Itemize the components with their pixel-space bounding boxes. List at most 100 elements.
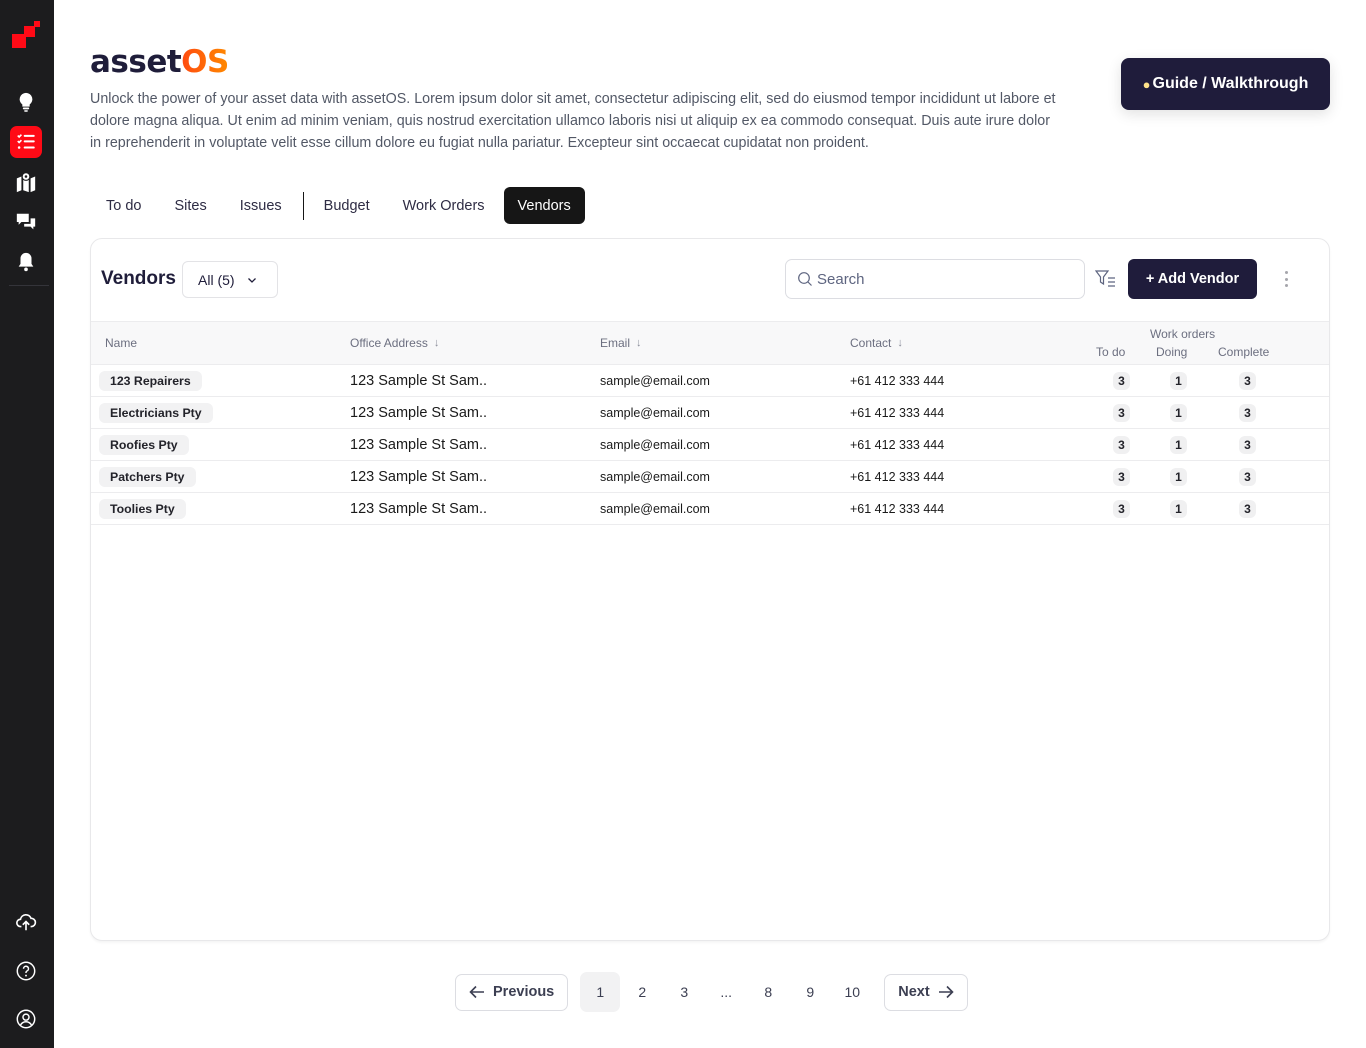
vendor-name[interactable]: Electricians Pty [99,402,213,423]
tab-divider [302,191,304,220]
column-email-label: Email [600,336,631,350]
tab-budget[interactable]: Budget [310,187,384,224]
column-header-contact[interactable]: Contact ↓ [850,336,903,350]
sidebar-item-profile[interactable] [10,1003,42,1035]
todo-count: 3 [1113,435,1130,454]
arrow-right-icon [938,985,954,999]
table-header: Name Office Address ↓ Email ↓ Contact ↓ … [91,321,1329,365]
tab-vendors[interactable]: Vendors [503,187,585,224]
vendor-email[interactable]: sample@email.com [600,438,710,452]
office-address: 123 Sample St Sam.. [350,436,488,453]
user-icon [16,1009,36,1029]
vendor-name[interactable]: 123 Repairers [99,370,202,391]
todo-count: 3 [1113,467,1130,486]
table-row[interactable]: 123 Repairers 123 Sample St Sam.. sample@e… [91,365,1329,397]
search-box [785,259,1085,299]
arrow-left-icon [469,985,484,999]
table-row[interactable]: Electricians Pty 123 Sample St Sam.. sampl… [91,397,1329,429]
column-header-doing[interactable]: Doing [1156,345,1187,359]
cloud-upload-icon [16,913,37,931]
section-tabs: To do Sites Issues Budget Work Orders Ve… [92,187,590,224]
search-input[interactable] [817,270,1067,288]
vendor-name[interactable]: Roofies Pty [99,434,189,455]
previous-page-button[interactable]: Previous [455,973,569,1011]
page-number[interactable]: 10 [832,972,872,1012]
search-icon [798,272,812,286]
complete-count: 3 [1239,467,1256,486]
column-group-work-orders: Work orders [1150,327,1215,341]
sort-arrow-icon: ↓ [433,337,440,349]
sidebar-item-help[interactable] [10,955,42,987]
map-pin-icon [16,172,36,193]
filter-select-value: All (5) [198,271,235,288]
complete-count: 3 [1239,371,1256,390]
vendor-contact: +61 412 333 444 [850,405,945,420]
filter-icon[interactable] [1095,269,1117,289]
column-complete-label: Complete [1218,345,1270,359]
column-header-complete[interactable]: Complete [1218,345,1269,359]
sidebar [0,0,54,1048]
column-header-name[interactable]: Name [105,336,137,350]
vendor-contact: +61 412 333 444 [850,373,945,388]
doing-count: 1 [1170,403,1187,422]
todo-count: 3 [1113,371,1130,390]
office-address: 123 Sample St Sam.. [350,372,488,389]
guide-walkthrough-button[interactable]: ● Guide / Walkthrough [1121,58,1330,110]
column-header-todo[interactable]: To do [1096,345,1125,359]
brand-suffix: OS [181,44,229,80]
tab-sites[interactable]: Sites [160,187,220,224]
doing-count: 1 [1170,435,1187,454]
office-address: 123 Sample St Sam.. [350,468,488,485]
vendor-name[interactable]: Patchers Pty [99,466,196,487]
column-contact-label: Contact [850,336,892,350]
page-number[interactable]: 9 [790,972,830,1012]
page-number[interactable]: 2 [622,972,662,1012]
pagination: Previous 1 2 3... 8 9 10 Next [455,972,968,1012]
vendor-email[interactable]: sample@email.com [600,502,710,516]
sidebar-item-tasks[interactable] [10,126,42,158]
page-number[interactable]: 3 [664,972,704,1012]
page-numbers: 1 2 3... 8 9 10 [580,972,874,1012]
sort-arrow-icon: ↓ [897,337,903,349]
page-ellipsis: ... [720,984,733,1000]
work-orders-label: Work orders [1150,327,1216,341]
tab-todo[interactable]: To do [92,187,155,224]
vendor-filter-select[interactable]: All (5) [182,261,278,298]
tab-work-orders[interactable]: Work Orders [389,187,499,224]
complete-count: 3 [1239,435,1256,454]
sidebar-item-ideas[interactable] [10,86,42,118]
tab-issues[interactable]: Issues [226,187,296,224]
table-row[interactable]: Toolies Pty 123 Sample St Sam.. sample@ema… [91,493,1329,525]
sidebar-item-upload[interactable] [10,906,42,938]
office-address: 123 Sample St Sam.. [350,404,488,421]
vendor-email[interactable]: sample@email.com [600,374,710,388]
table-row[interactable]: Roofies Pty 123 Sample St Sam.. sample@ema… [91,429,1329,461]
table-row[interactable]: Patchers Pty 123 Sample St Sam.. sample@em… [91,461,1329,493]
complete-count: 3 [1239,499,1256,518]
column-header-address[interactable]: Office Address ↓ [350,336,439,350]
column-name-label: Name [105,336,138,350]
sidebar-item-messages[interactable] [10,206,42,238]
vendor-email[interactable]: sample@email.com [600,406,710,420]
checklist-icon [17,134,35,149]
bell-icon [18,252,34,272]
lightbulb-icon [19,92,33,112]
column-header-email[interactable]: Email ↓ [600,336,642,350]
vendors-card: Vendors All (5) + Add Vendor Name Office… [90,238,1330,941]
more-options-icon[interactable] [1281,269,1291,289]
column-doing-label: Doing [1156,345,1188,359]
chevron-down-icon [247,277,256,283]
sidebar-item-map[interactable] [10,166,42,198]
vendor-name[interactable]: Toolies Pty [99,498,186,519]
vendor-email[interactable]: sample@email.com [600,470,710,484]
column-address-label: Office Address [350,336,428,350]
vendor-contact: +61 412 333 444 [850,501,945,516]
app-logo[interactable] [10,20,42,54]
intro-text: Unlock the power of your asset data with… [90,91,1056,151]
next-page-button[interactable]: Next [884,973,968,1011]
complete-count: 3 [1239,403,1256,422]
page-number[interactable]: 1 [580,972,621,1012]
page-number[interactable]: 8 [748,972,788,1012]
sidebar-item-notifications[interactable] [10,246,42,278]
add-vendor-button[interactable]: + Add Vendor [1128,259,1257,299]
